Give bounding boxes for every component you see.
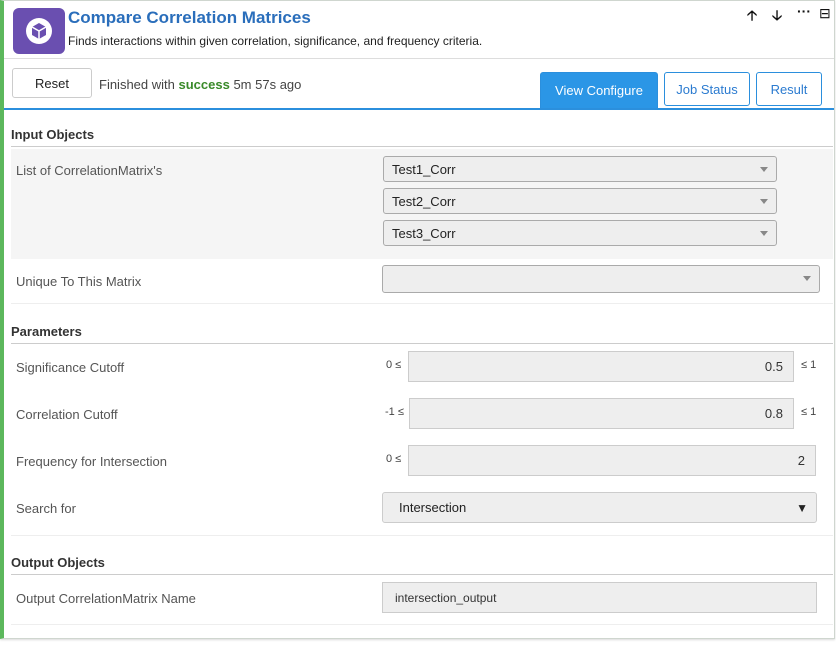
app-title: Compare Correlation Matrices	[68, 8, 311, 27]
input-objects-heading: Input Objects	[11, 127, 833, 147]
correlation-max: ≤ 1	[801, 406, 817, 418]
significance-max: ≤ 1	[801, 359, 817, 371]
output-name-label: Output CorrelationMatrix Name	[16, 591, 196, 606]
collapse-icon[interactable]: ⊟	[819, 5, 831, 22]
frequency-input[interactable]: 2	[408, 445, 816, 476]
output-objects-heading: Output Objects	[11, 555, 833, 575]
divider	[11, 303, 833, 304]
chevron-down-icon	[760, 199, 768, 204]
move-up-icon[interactable]: 🡡	[747, 5, 757, 29]
status-success: success	[178, 77, 230, 92]
frequency-min: 0 ≤	[386, 453, 402, 465]
app-header: Compare Correlation Matrices Finds inter…	[4, 1, 834, 58]
frequency-label: Frequency for Intersection	[16, 454, 168, 469]
correlation-select-2-value: Test2_Corr	[392, 193, 456, 209]
reset-button[interactable]: Reset	[12, 68, 92, 98]
tab-job-status[interactable]: Job Status	[664, 72, 750, 106]
correlation-select-2[interactable]: Test2_Corr	[383, 188, 777, 214]
unique-matrix-label: Unique To This Matrix	[16, 274, 142, 289]
status-elapsed: 5m 57s ago	[233, 77, 302, 92]
app-panel: Compare Correlation Matrices Finds inter…	[0, 0, 835, 639]
app-subtitle: Finds interactions within given correlat…	[68, 34, 483, 48]
significance-label: Significance Cutoff	[16, 360, 125, 375]
move-down-icon[interactable]: 🡣	[772, 5, 782, 29]
list-correlation-label: List of CorrelationMatrix's	[16, 163, 163, 178]
chevron-down-icon	[803, 276, 811, 281]
parameters-heading: Parameters	[11, 324, 833, 344]
chevron-down-icon	[760, 167, 768, 172]
unique-matrix-select[interactable]	[382, 265, 820, 293]
tab-view-configure[interactable]: View Configure	[540, 72, 658, 109]
more-options-icon[interactable]: ···	[797, 3, 811, 19]
dropdown-arrow-icon: ▼	[796, 501, 808, 515]
correlation-input[interactable]: 0.8	[409, 398, 794, 429]
search-for-label: Search for	[16, 501, 76, 516]
divider	[11, 535, 833, 536]
correlation-label: Correlation Cutoff	[16, 407, 118, 422]
divider	[11, 624, 833, 625]
toolbar: Reset Finished with success 5m 57s ago V…	[4, 58, 834, 110]
search-for-value: Intersection	[399, 500, 467, 515]
job-status-text: Finished with success 5m 57s ago	[99, 77, 301, 92]
cube-icon	[13, 8, 65, 54]
search-for-select[interactable]: Intersection ▼	[382, 492, 817, 523]
significance-min: 0 ≤	[386, 359, 402, 371]
correlation-select-1[interactable]: Test1_Corr	[383, 156, 777, 182]
correlation-select-3[interactable]: Test3_Corr	[383, 220, 777, 246]
output-name-input[interactable]: intersection_output	[382, 582, 817, 613]
tab-result[interactable]: Result	[756, 72, 822, 106]
correlation-select-3-value: Test3_Corr	[392, 225, 456, 241]
significance-input[interactable]: 0.5	[408, 351, 794, 382]
status-prefix: Finished with	[99, 77, 175, 92]
chevron-down-icon	[760, 231, 768, 236]
correlation-select-1-value: Test1_Corr	[392, 161, 456, 177]
correlation-min: -1 ≤	[385, 406, 404, 418]
